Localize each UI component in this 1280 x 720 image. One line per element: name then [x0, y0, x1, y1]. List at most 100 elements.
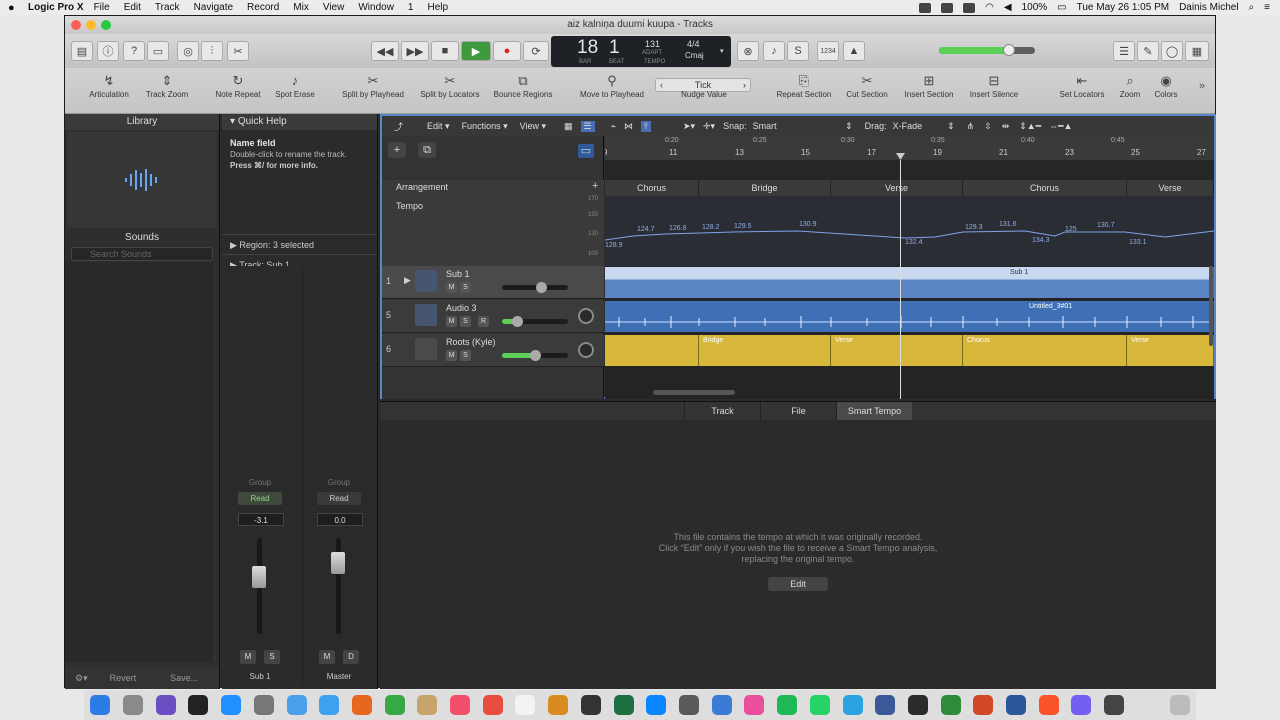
volume-readout[interactable]: -3.1	[238, 513, 284, 526]
save-button[interactable]: Save...	[170, 673, 198, 683]
logic-pro-icon[interactable]	[580, 695, 601, 715]
status-icon[interactable]	[941, 2, 954, 13]
automation-icon[interactable]: ⌁	[611, 121, 616, 132]
datetime[interactable]: Tue May 26 1:05 PM	[1077, 2, 1169, 13]
solo-button[interactable]: S	[460, 350, 471, 361]
spotlight-icon[interactable]: ⌕	[1249, 2, 1255, 13]
arrangement-marker[interactable]: Verse	[831, 180, 963, 196]
pointer-tool-icon[interactable]: ➤▾	[683, 121, 695, 132]
flex-icon[interactable]: ⋈	[624, 121, 633, 132]
playhead-handle[interactable]	[896, 153, 905, 160]
vertical-zoom-icon[interactable]: ⇳	[984, 121, 992, 132]
patch-preview[interactable]	[67, 132, 217, 228]
notes-icon[interactable]	[417, 695, 438, 715]
status-icon[interactable]	[919, 2, 932, 13]
rewind-button[interactable]: ◀◀	[371, 41, 399, 61]
smart-controls-icon[interactable]: ◎	[177, 41, 199, 61]
sounds-search-input[interactable]: Search Sounds	[71, 247, 213, 261]
volume-icon[interactable]: ◀	[1004, 2, 1012, 13]
siri-icon[interactable]	[155, 695, 176, 715]
tab-smart-tempo[interactable]: Smart Tempo	[836, 402, 912, 420]
replace-icon[interactable]: ⊗	[737, 41, 759, 61]
volume-knob[interactable]	[530, 350, 541, 361]
menu-record[interactable]: Record	[247, 2, 279, 13]
user-name[interactable]: Dainis Michel	[1179, 2, 1238, 13]
summing-region[interactable]: Sub 1	[605, 267, 1214, 298]
mute-button[interactable]: M	[446, 316, 457, 327]
tool-colors[interactable]: ◉ Colors	[1126, 68, 1206, 99]
audio-region[interactable]: Untitled_3#01	[605, 301, 1214, 332]
catch-icon[interactable]: ⫯	[641, 120, 651, 132]
audio-region[interactable]: Verse	[831, 335, 963, 366]
track-name[interactable]: Roots (Kyle)	[446, 337, 496, 347]
zoom-window-button[interactable]	[101, 20, 111, 30]
system-preferences-icon[interactable]	[253, 695, 274, 715]
mixer-icon[interactable]: ⫶	[201, 41, 223, 61]
play-button[interactable]: ▶	[461, 41, 491, 61]
fast-forward-button[interactable]: ▶▶	[401, 41, 429, 61]
sounds-list[interactable]	[65, 262, 215, 662]
arrangement-track-label[interactable]: Arrangement	[396, 182, 448, 192]
tool-split-by-locators[interactable]: ✂ Split by Locators	[410, 68, 490, 99]
loop-browser-icon[interactable]: ◯	[1161, 41, 1183, 61]
telegram-icon[interactable]	[842, 695, 863, 715]
garageband-icon[interactable]	[548, 695, 569, 715]
vertical-scrollbar[interactable]	[1209, 266, 1213, 346]
app-store-icon[interactable]	[221, 695, 242, 715]
solo-button[interactable]: S	[460, 282, 471, 293]
toolbar-overflow-icon[interactable]: »	[1199, 80, 1205, 92]
toolbar-toggle-icon[interactable]: ▭	[147, 41, 169, 61]
note-pad-icon[interactable]: ✎	[1137, 41, 1159, 61]
tool-bounce-regions[interactable]: ⧉ Bounce Regions	[483, 68, 563, 99]
firefox-icon[interactable]	[351, 695, 372, 715]
wifi-icon[interactable]: ◠	[985, 2, 994, 13]
track-volume-slider[interactable]	[502, 282, 568, 293]
master-volume-slider[interactable]	[939, 44, 1035, 56]
audio-region[interactable]: Bridge	[699, 335, 831, 366]
pan-knob[interactable]	[578, 308, 594, 324]
brave-icon[interactable]	[1038, 695, 1059, 715]
tool-track-zoom[interactable]: ⇕ Track Zoom	[127, 68, 207, 99]
tool-insert-silence[interactable]: ⊟ Insert Silence	[954, 68, 1034, 99]
word-icon[interactable]	[1006, 695, 1027, 715]
track-name[interactable]: Sub 1	[446, 269, 470, 279]
tool-move-to-playhead[interactable]: ⚲ Move to Playhead	[572, 68, 652, 99]
finder-icon[interactable]	[90, 695, 111, 715]
inspector-toggle-icon[interactable]: ⓘ	[97, 41, 119, 61]
menu-view[interactable]: View	[323, 2, 345, 13]
tool-split-by-playhead[interactable]: ✂ Split by Playhead	[333, 68, 413, 99]
trash-icon[interactable]	[1169, 695, 1190, 715]
stop-button[interactable]: ■	[431, 41, 459, 61]
playhead[interactable]	[900, 160, 901, 399]
menu-navigate[interactable]: Navigate	[194, 2, 233, 13]
bar-ruler[interactable]: 9 11 13 15 17 19 21 23 25 27 0:20 0:25 0…	[605, 136, 1214, 160]
master-volume-knob[interactable]	[1003, 44, 1015, 56]
files-icon[interactable]	[711, 695, 732, 715]
record-button[interactable]: ●	[493, 41, 521, 61]
smart-tempo-edit-button[interactable]: Edit	[768, 577, 828, 591]
fader-cap[interactable]	[252, 566, 266, 588]
track-header-sub1[interactable]: 1 ▶ Sub 1 M S	[382, 266, 604, 299]
audio-region[interactable]: Verse	[1127, 335, 1214, 366]
launchpad-icon[interactable]	[123, 695, 144, 715]
chrome-icon[interactable]	[384, 695, 405, 715]
group-slot[interactable]: Group	[237, 478, 283, 487]
audio-region[interactable]	[605, 335, 699, 366]
quicktime-icon[interactable]	[1104, 695, 1125, 715]
arrangement-marker[interactable]: Chorus	[963, 180, 1127, 196]
drag-select[interactable]: X-Fade ⇕	[893, 121, 955, 132]
horizontal-scrollbar[interactable]	[653, 390, 735, 395]
view-menu[interactable]: View ▾	[520, 121, 546, 132]
spotify-icon[interactable]	[777, 695, 798, 715]
battery-percent[interactable]: 100%	[1022, 2, 1048, 13]
count-in-button[interactable]: 1234	[817, 41, 839, 61]
minimize-window-button[interactable]	[86, 20, 96, 30]
mute-button[interactable]: M	[319, 650, 335, 664]
cycle-button[interactable]: ⟳	[523, 41, 549, 61]
mute-button[interactable]: M	[446, 350, 457, 361]
track-header-roots[interactable]: 6 Roots (Kyle) M S	[382, 334, 604, 367]
chevron-left-icon[interactable]: ‹	[660, 79, 663, 91]
dim-button[interactable]: D	[343, 650, 359, 664]
revert-button[interactable]: Revert	[110, 673, 137, 683]
edit-menu[interactable]: Edit ▾	[427, 121, 450, 132]
